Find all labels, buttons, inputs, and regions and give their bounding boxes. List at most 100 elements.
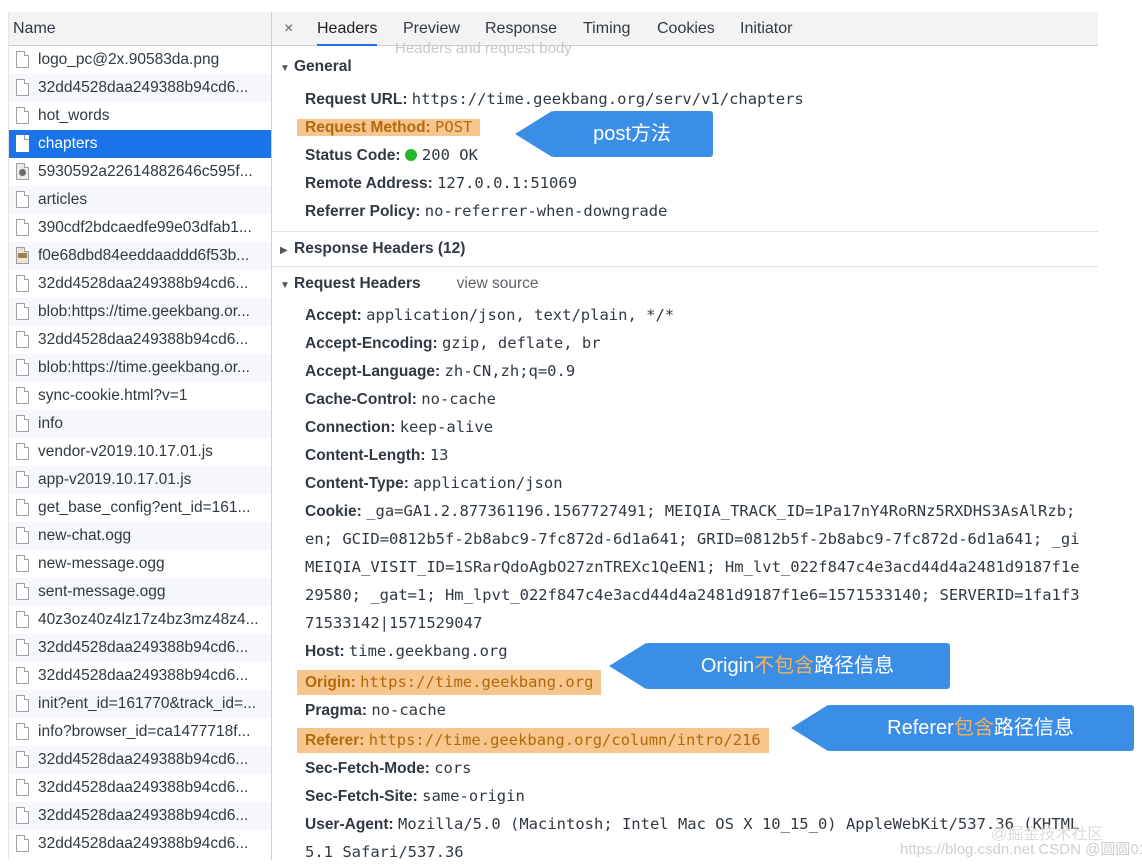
view-source-link[interactable]: view source [457,275,539,292]
referer-callout: Referer包含路径信息 [791,705,1134,751]
content-length-value: 13 [429,446,449,464]
request-row[interactable]: 5930592a22614882646c595f... [9,158,271,186]
file-icon [16,751,29,768]
request-name: 32dd4528daa249388b94cd6... [38,779,249,796]
request-row[interactable]: hot_words [9,102,271,130]
file-icon [16,443,29,460]
request-row[interactable]: info?browser_id=ca1477718f... [9,718,271,746]
referer-value: https://time.geekbang.org/column/intro/2… [368,731,761,749]
request-row[interactable]: logo_pc@2x.90583da.png [9,46,271,74]
request-row[interactable]: 32dd4528daa249388b94cd6... [9,802,271,830]
cache-control-label: Cache-Control: [305,391,417,408]
file-icon [16,555,29,572]
close-icon[interactable]: × [284,12,293,46]
cookie-value-line: 29580; _gat=1; Hm_lpvt_022f847c4e3acd44d… [305,586,1080,604]
request-row[interactable]: 32dd4528daa249388b94cd6... [9,662,271,690]
request-row[interactable]: vendor-v2019.10.17.01.js [9,438,271,466]
request-row[interactable]: info [9,410,271,438]
request-row[interactable]: blob:https://time.geekbang.or... [9,354,271,382]
referrer-policy-value: no-referrer-when-downgrade [424,202,668,220]
request-name: new-message.ogg [38,555,165,572]
request-row[interactable]: get_base_config?ent_id=161... [9,494,271,522]
name-column-header[interactable]: Name [9,12,271,46]
file-icon [16,415,29,432]
content-length-row: Content-Length: 13 [305,441,449,469]
request-row[interactable]: sync-cookie.html?v=1 [9,382,271,410]
file-icon [16,191,29,208]
request-row[interactable]: 32dd4528daa249388b94cd6... [9,634,271,662]
request-row[interactable]: new-message.ogg [9,550,271,578]
file-icon [16,639,29,656]
referer-label: Referer: [305,732,365,749]
file-icon [16,499,29,516]
response-headers-toggle[interactable]: ▶ Response Headers (12) [280,240,465,258]
request-row[interactable]: init?ent_id=161770&track_id=... [9,690,271,718]
sec-fetch-mode-label: Sec-Fetch-Mode: [305,760,430,777]
request-row[interactable]: 390cdf2bdcaedfe99e03dfab1... [9,214,271,242]
host-value: time.geekbang.org [348,642,508,660]
cookie-row: Cookie: _ga=GA1.2.877361196.1567727491; … [305,497,1075,525]
file-icon [16,723,29,740]
tab-headers[interactable]: Headers [317,12,378,46]
file-icon [16,471,29,488]
image-file-icon [16,247,29,264]
content-type-label: Content-Type: [305,475,409,492]
request-method-value: POST [435,118,473,136]
file-icon [16,387,29,404]
tab-initiator[interactable]: Initiator [740,12,792,46]
request-row[interactable]: 32dd4528daa249388b94cd6... [9,746,271,774]
accept-language-row: Accept-Language: zh-CN,zh;q=0.9 [305,357,575,385]
request-row[interactable]: blob:https://time.geekbang.or... [9,298,271,326]
request-name: blob:https://time.geekbang.or... [38,359,250,376]
accept-encoding-row: Accept-Encoding: gzip, deflate, br [305,329,601,357]
request-row[interactable]: chapters [9,130,271,158]
request-name: info?browser_id=ca1477718f... [38,723,251,740]
request-name: 32dd4528daa249388b94cd6... [38,331,249,348]
request-name: app-v2019.10.17.01.js [38,471,192,488]
triangle-down-icon: ▼ [280,63,290,74]
request-row[interactable]: articles [9,186,271,214]
request-row[interactable]: 32dd4528daa249388b94cd6... [9,326,271,354]
referer-callout-text-a: Referer [887,717,954,739]
accept-language-value: zh-CN,zh;q=0.9 [444,362,576,380]
remote-address-row: Remote Address: 127.0.0.1:51069 [305,169,577,197]
image-file-icon [16,163,29,180]
request-row[interactable]: 32dd4528daa249388b94cd6... [9,270,271,298]
request-row[interactable]: 40z3oz40z4lz17z4bz3mz48z4... [9,606,271,634]
remote-address-label: Remote Address: [305,175,433,192]
tab-timing[interactable]: Timing [583,12,630,46]
request-row[interactable]: 32dd4528daa249388b94cd6... [9,830,271,858]
cookie-value-line: 71533142|1571529047 [305,614,483,632]
content-type-row: Content-Type: application/json [305,469,563,497]
referer-callout-text-c: 路径信息 [993,717,1074,739]
csdn-watermark: https://blog.csdn.net CSDN @圆圆01 [900,841,1142,858]
cache-control-value: no-cache [421,390,496,408]
user-agent-label: User-Agent: [305,816,394,833]
request-name: 390cdf2bdcaedfe99e03dfab1... [38,219,252,236]
request-name: 32dd4528daa249388b94cd6... [38,807,249,824]
status-code-label: Status Code: [305,147,401,164]
request-name: 32dd4528daa249388b94cd6... [38,835,249,852]
tab-cookies[interactable]: Cookies [657,12,715,46]
general-section-toggle[interactable]: ▼ General [280,58,352,76]
file-icon [16,79,29,96]
referrer-policy-label: Referrer Policy: [305,203,421,220]
sec-fetch-mode-value: cors [434,759,472,777]
request-row[interactable]: new-chat.ogg [9,522,271,550]
referrer-policy-row: Referrer Policy: no-referrer-when-downgr… [305,197,667,225]
request-name: 32dd4528daa249388b94cd6... [38,639,249,656]
host-label: Host: [305,643,345,660]
request-row[interactable]: f0e68dbd84eeddaaddd6f53b... [9,242,271,270]
request-row[interactable]: sent-message.ogg [9,578,271,606]
request-row[interactable]: 32dd4528daa249388b94cd6... [9,74,271,102]
request-row[interactable]: 32dd4528daa249388b94cd6... [9,774,271,802]
cookie-label: Cookie: [305,503,362,520]
post-method-callout: post方法 [515,111,713,157]
request-row[interactable]: app-v2019.10.17.01.js [9,466,271,494]
tab-tooltip: Headers and request body [395,40,572,57]
request-name: 32dd4528daa249388b94cd6... [38,751,249,768]
request-name: info [38,415,63,432]
accept-encoding-value: gzip, deflate, br [441,334,601,352]
request-headers-toggle[interactable]: ▼ Request Headers view source [280,275,538,293]
section-divider [272,231,1098,232]
